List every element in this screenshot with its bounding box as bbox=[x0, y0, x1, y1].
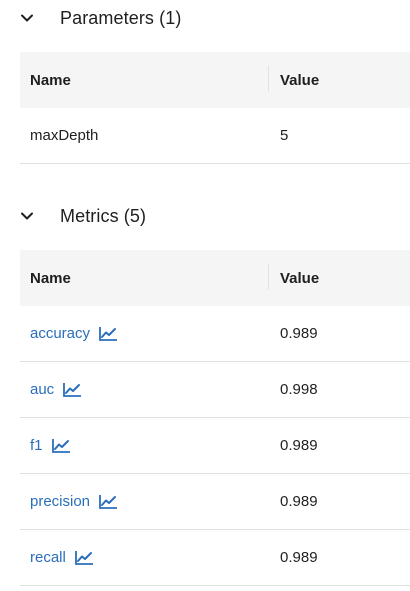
metrics-table: Name Value accuracy 0.989 auc 0.998 f1 0… bbox=[20, 250, 410, 586]
table-row: auc 0.998 bbox=[20, 362, 410, 418]
metric-name-cell: accuracy bbox=[30, 325, 118, 342]
metric-link-recall[interactable]: recall bbox=[30, 549, 94, 566]
metric-value: 0.989 bbox=[280, 549, 318, 566]
parameter-name: maxDepth bbox=[30, 127, 99, 144]
metric-value: 0.989 bbox=[280, 325, 318, 342]
metric-value: 0.989 bbox=[280, 437, 318, 454]
metric-name: precision bbox=[30, 493, 91, 510]
metric-name: accuracy bbox=[30, 325, 91, 342]
table-row: f1 0.989 bbox=[20, 418, 410, 474]
parameters-table: Name Value maxDepth 5 bbox=[20, 52, 410, 164]
metric-link-accuracy[interactable]: accuracy bbox=[30, 325, 118, 342]
table-row: maxDepth 5 bbox=[20, 108, 410, 164]
metric-value: 0.998 bbox=[280, 381, 318, 398]
chevron-down-icon bbox=[20, 209, 34, 223]
metrics-section-title: Metrics (5) bbox=[60, 205, 147, 226]
metric-name: f1 bbox=[30, 437, 43, 454]
chevron-down-icon bbox=[20, 11, 34, 25]
column-header-name[interactable]: Name bbox=[30, 270, 71, 287]
metric-name-cell: auc bbox=[30, 381, 82, 398]
metric-name: auc bbox=[30, 381, 55, 398]
metric-name: recall bbox=[30, 549, 66, 566]
table-row: precision 0.989 bbox=[20, 474, 410, 530]
metrics-table-header: Name Value bbox=[20, 250, 410, 306]
metric-value: 0.989 bbox=[280, 493, 318, 510]
table-row: accuracy 0.989 bbox=[20, 306, 410, 362]
metrics-section-toggle[interactable]: Metrics (5) bbox=[20, 198, 146, 234]
column-header-value[interactable]: Value bbox=[280, 270, 319, 287]
metric-link-auc[interactable]: auc bbox=[30, 381, 82, 398]
column-header-name[interactable]: Name bbox=[30, 72, 71, 89]
column-divider[interactable] bbox=[268, 66, 269, 92]
metric-link-f1[interactable]: f1 bbox=[30, 437, 71, 454]
column-divider[interactable] bbox=[268, 264, 269, 290]
metric-name-cell: precision bbox=[30, 493, 118, 510]
metric-link-precision[interactable]: precision bbox=[30, 493, 118, 510]
line-chart-icon[interactable] bbox=[74, 550, 94, 566]
column-header-value[interactable]: Value bbox=[280, 72, 319, 89]
parameters-section-toggle[interactable]: Parameters (1) bbox=[20, 0, 181, 36]
parameter-value: 5 bbox=[280, 127, 289, 144]
parameters-table-header: Name Value bbox=[20, 52, 410, 108]
line-chart-icon[interactable] bbox=[98, 494, 118, 510]
metric-name-cell: f1 bbox=[30, 437, 71, 454]
line-chart-icon[interactable] bbox=[98, 326, 118, 342]
line-chart-icon[interactable] bbox=[62, 382, 82, 398]
parameters-section-title: Parameters (1) bbox=[60, 7, 182, 28]
table-row: recall 0.989 bbox=[20, 530, 410, 586]
line-chart-icon[interactable] bbox=[51, 438, 71, 454]
metric-name-cell: recall bbox=[30, 549, 94, 566]
